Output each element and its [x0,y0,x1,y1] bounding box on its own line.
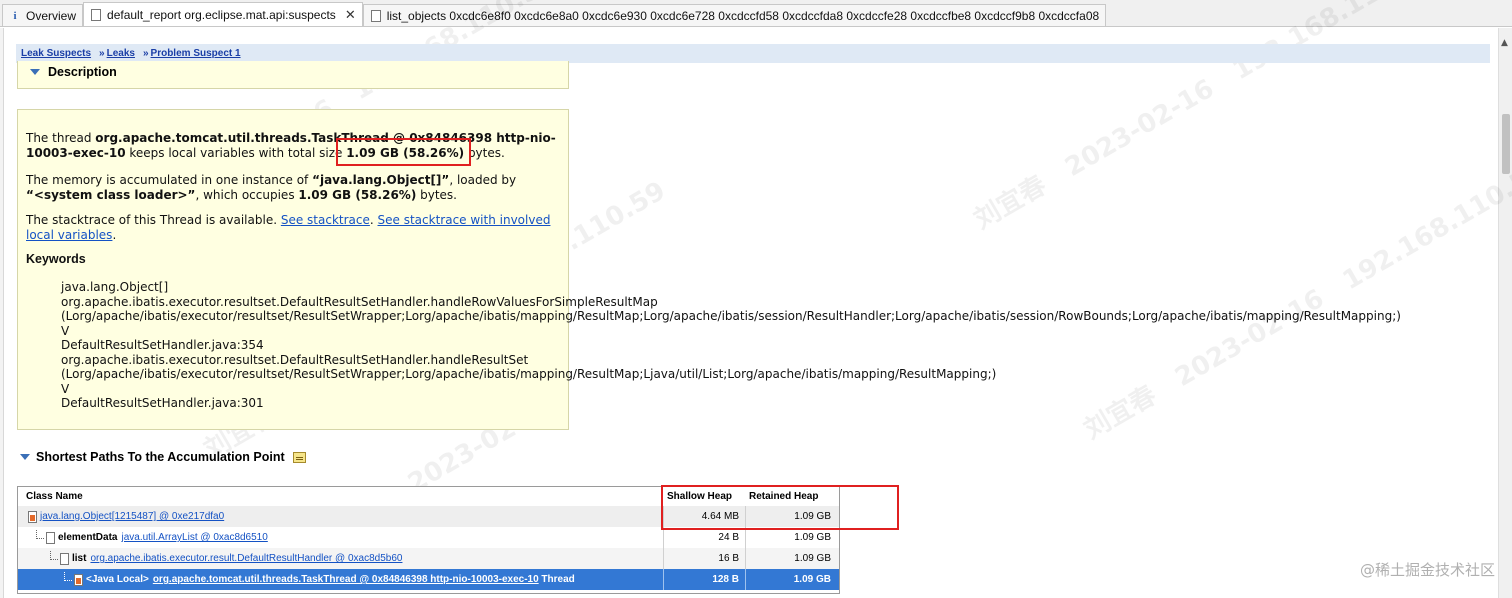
thread-summary: The thread org.apache.tomcat.util.thread… [26,131,556,160]
tree-connector [36,530,44,539]
tab-overview-label: Overview [26,8,77,23]
retained-heap-value: 1.09 GB [745,527,839,548]
tab-default-report-label: default_report org.eclipse.mat.api:suspe… [107,7,336,22]
object-suffix: Thread [538,574,575,585]
description-panel: The thread org.apache.tomcat.util.thread… [17,109,1401,430]
field-name: elementData [58,532,118,543]
breadcrumb-separator: » [142,48,149,59]
scroll-up-icon[interactable]: ▲ [1501,38,1508,48]
object-link[interactable]: java.util.ArrayList @ 0xac8d6510 [121,532,267,543]
table-view-icon[interactable] [292,451,306,463]
shallow-heap-value: 16 B [663,548,745,569]
heap-highlight-box [661,485,899,530]
breadcrumb-problem-suspect[interactable]: Problem Suspect 1 [151,48,241,59]
scrollbar-thumb[interactable] [1502,114,1510,174]
left-panel-edge [0,28,4,598]
editor-tab-bar: i Overview default_report org.eclipse.ma… [0,0,1512,27]
array-object-icon [28,510,37,523]
breadcrumb-leak-suspects[interactable]: Leak Suspects [21,48,91,59]
tab-default-report[interactable]: default_report org.eclipse.mat.api:suspe… [83,2,363,26]
doc-icon [370,9,382,22]
watermark: 刘宜春 2023-02-16 192.168.110.59 [969,0,1441,236]
table-row[interactable]: list org.apache.ibatis.executor.result.D… [18,548,839,569]
tree-connector [64,572,72,581]
object-link[interactable]: org.apache.ibatis.executor.result.Defaul… [90,553,402,564]
accumulation-summary: The memory is accumulated in one instanc… [26,173,517,202]
paths-header: Shortest Paths To the Accumulation Point [20,450,306,464]
class-loader: “<system class loader>” [26,187,196,202]
shallow-heap-value: 128 B [663,569,745,590]
object-icon [46,531,55,544]
keyword-line: V [61,323,70,338]
keyword-line: V [61,381,70,396]
description-title: Description [48,65,117,79]
retained-heap-value: 1.09 GB [745,548,839,569]
object-link[interactable]: java.lang.Object[1215487] @ 0xe217dfa0 [40,511,224,522]
vertical-scrollbar[interactable]: ▲ [1498,28,1512,598]
keyword-line: DefaultResultSetHandler.java:354 [61,338,264,352]
site-watermark: @稀土掘金技术社区 [1359,561,1495,579]
table-row[interactable]: elementData java.util.ArrayList @ 0xac8d… [18,527,839,548]
keywords-title: Keywords [26,252,86,266]
accumulating-class: “java.lang.Object[]” [312,173,450,187]
column-class-name[interactable]: Class Name [18,487,663,506]
keyword-line: (Lorg/apache/ibatis/executor/resultset/R… [61,367,997,381]
report-icon [90,8,102,21]
tab-list-objects-label: list_objects 0xcdc6e8f0 0xcdc6e8a0 0xcdc… [386,8,1100,23]
see-stacktrace-link[interactable]: See stacktrace [281,213,370,227]
object-icon [60,552,69,565]
tab-overview[interactable]: i Overview [2,4,84,26]
breadcrumb-separator: » [99,48,105,59]
keywords-list: java.lang.Object[] org.apache.ibatis.exe… [61,280,1401,411]
collapse-triangle-icon [30,69,40,75]
table-row-selected[interactable]: <Java Local> org.apache.tomcat.util.thre… [18,569,839,590]
paths-toggle[interactable]: Shortest Paths To the Accumulation Point [20,450,306,464]
object-link[interactable]: org.apache.tomcat.util.threads.TaskThrea… [153,574,539,585]
description-header: Description [17,61,569,89]
tree-connector [50,551,58,560]
info-icon: i [13,9,17,22]
field-name: list [72,553,87,564]
shallow-heap-value: 24 B [663,527,745,548]
thread-object-icon [74,573,83,586]
description-toggle[interactable]: Description [30,65,117,79]
keyword-line: org.apache.ibatis.executor.resultset.Def… [61,294,658,309]
keyword-line: java.lang.Object[] [61,280,169,294]
paths-title: Shortest Paths To the Accumulation Point [36,450,285,464]
occupied-size: 1.09 GB (58.26%) [298,187,417,202]
field-name: <Java Local> [86,574,149,585]
tab-list-objects[interactable]: list_objects 0xcdc6e8f0 0xcdc6e8a0 0xcdc… [362,4,1107,26]
size-highlight-box [336,138,471,166]
keyword-line: org.apache.ibatis.executor.resultset.Def… [61,352,529,367]
stacktrace-summary: The stacktrace of this Thread is availab… [26,213,551,242]
retained-heap-value: 1.09 GB [745,569,839,590]
keyword-line: DefaultResultSetHandler.java:301 [61,396,264,410]
close-icon[interactable]: ✕ [345,7,356,23]
collapse-triangle-icon [20,454,30,460]
keyword-line: (Lorg/apache/ibatis/executor/resultset/R… [61,309,1401,323]
breadcrumb-leaks[interactable]: Leaks [107,48,135,59]
